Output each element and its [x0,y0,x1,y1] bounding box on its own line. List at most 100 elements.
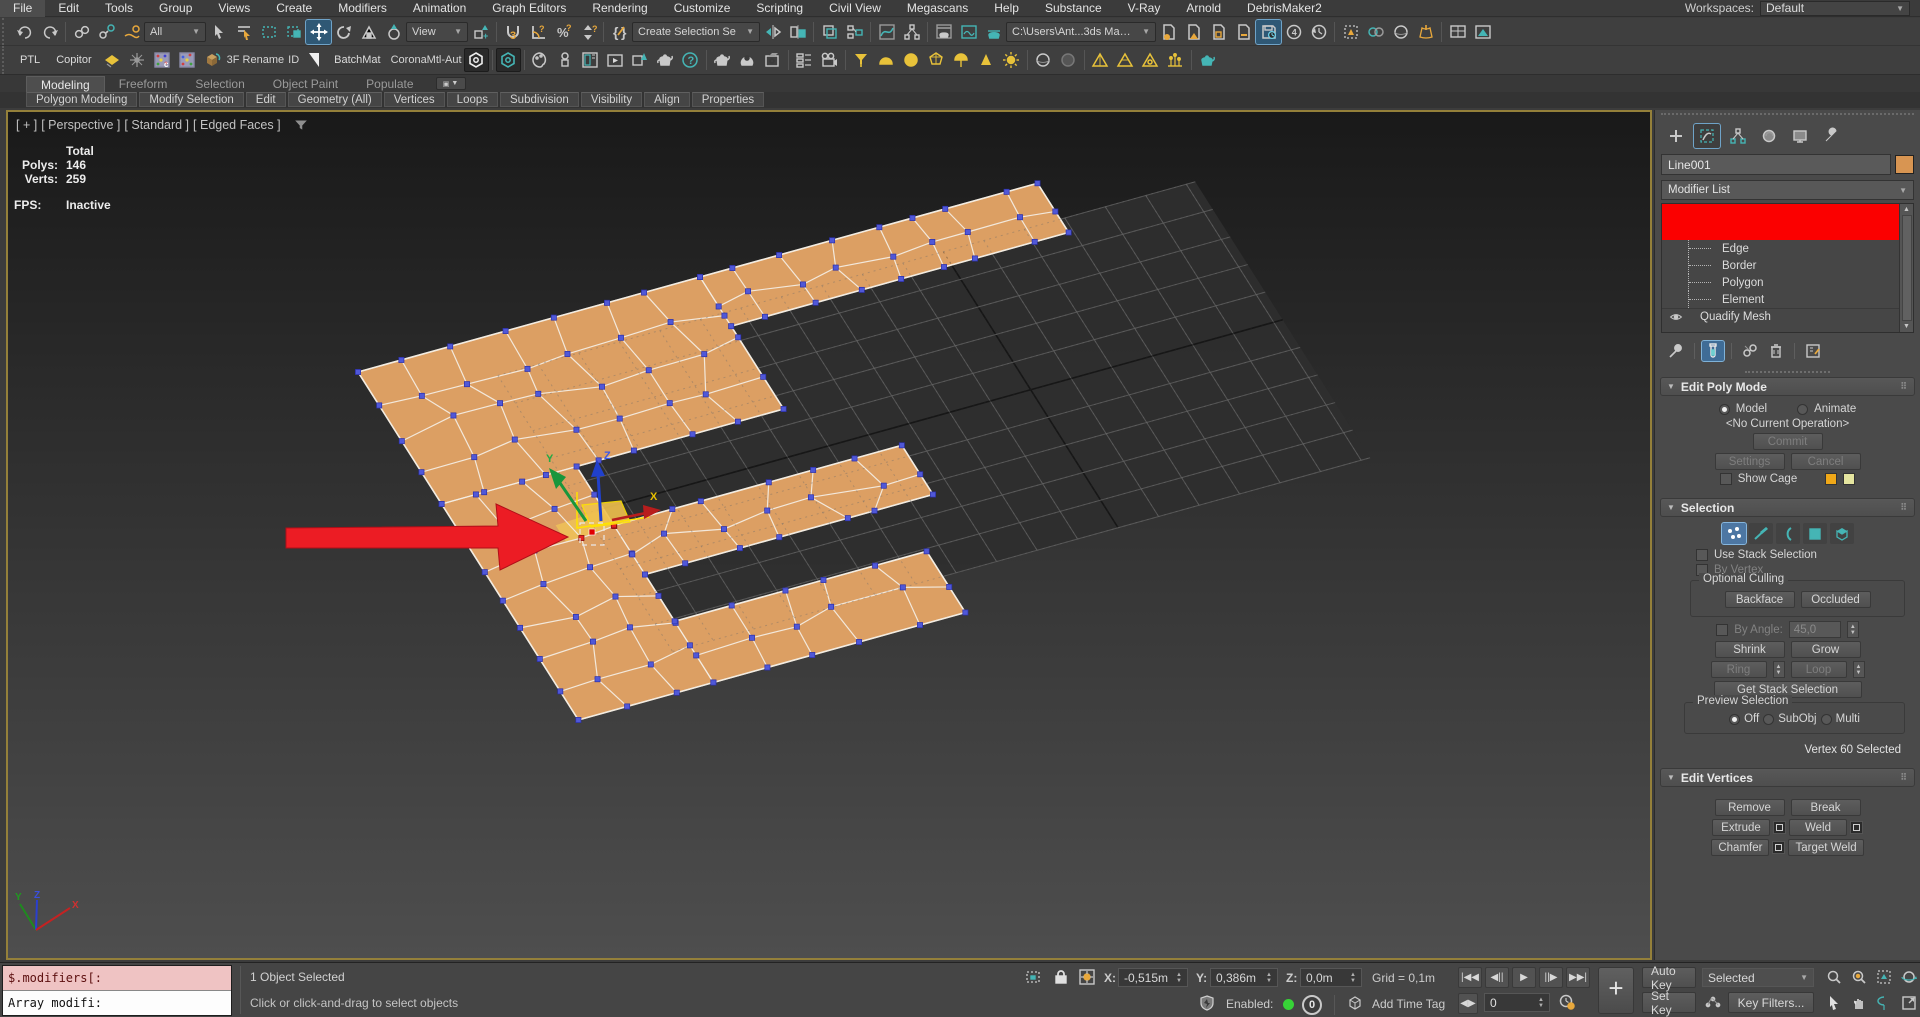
lister-icon[interactable] [792,48,817,72]
render-setup-icon[interactable] [931,20,956,44]
configure-modifier-sets-icon[interactable] [1802,341,1824,361]
schematic-view-icon[interactable] [899,20,924,44]
scene-new-icon[interactable] [1156,20,1181,44]
maxscript-mini-listener[interactable]: $.modifiers[: Array modifi: [2,965,232,1016]
rollout-header-edit-vertices[interactable]: ▼ Edit Vertices ⠿ [1660,768,1915,787]
ribbon-group-edit[interactable]: Edit [246,92,286,107]
select-place-icon[interactable] [1388,20,1413,44]
zoom-all-icon[interactable] [1847,966,1871,988]
material-editor-icon[interactable] [528,48,553,72]
menu-customize[interactable]: Customize [661,0,744,17]
zero-badge[interactable]: 0 [1302,995,1322,1015]
auto-key-button[interactable]: Auto Key [1642,967,1696,988]
display-tab[interactable] [1787,124,1813,148]
corona-hex2-icon[interactable] [496,48,521,72]
scene-explorer-icon[interactable] [842,20,867,44]
listener-macro-line[interactable]: $.modifiers[: [3,966,231,991]
by-angle-checkbox[interactable] [1716,624,1728,636]
preview-subobj-radio[interactable] [1763,714,1774,725]
key-step-toggle[interactable]: ◀▶ [1458,993,1478,1014]
rotate-icon[interactable] [331,20,356,44]
select-object-icon[interactable] [206,20,231,44]
camera-icon[interactable] [817,48,842,72]
compass-icon[interactable] [125,48,150,72]
time-configuration-icon[interactable] [1556,992,1578,1012]
menu-substance[interactable]: Substance [1032,0,1115,17]
preview-multi-radio[interactable] [1821,714,1832,725]
isolate-icon[interactable] [1338,20,1363,44]
current-time-field[interactable]: 0▲▼ [1484,993,1550,1012]
unlink-icon[interactable] [94,20,119,44]
ribbon-group-loops[interactable]: Loops [447,92,498,107]
menu-animation[interactable]: Animation [400,0,479,17]
ribbon-tab-modeling[interactable]: Modeling [26,76,105,92]
help-icon[interactable]: ? [678,48,703,72]
ribbon-group-polygon-modeling[interactable]: Polygon Modeling [26,92,137,107]
menu-help[interactable]: Help [981,0,1032,17]
dome-light-icon[interactable] [874,48,899,72]
dd-all[interactable]: All▼ [144,22,206,42]
menu-rendering[interactable]: Rendering [579,0,660,17]
preview-off-radio[interactable] [1729,714,1740,725]
panel-grip[interactable] [1661,113,1914,118]
scene-out-icon[interactable] [1231,20,1256,44]
bind-spacewarp-icon[interactable] [119,20,144,44]
composite-icon[interactable] [628,48,653,72]
viewport-filter-icon[interactable] [293,118,309,136]
weld-settings-button[interactable] [1850,821,1863,834]
playblast-icon[interactable] [603,48,628,72]
ribbon-group-properties[interactable]: Properties [692,92,764,107]
placement-icon[interactable] [381,20,406,44]
rect-region-icon[interactable] [256,20,281,44]
key-mode-dropdown[interactable]: Selected▼ [1702,968,1814,987]
layer-manager-icon[interactable] [817,20,842,44]
checker-plane-icon[interactable] [100,48,125,72]
ribbon-group-vertices[interactable]: Vertices [384,92,445,107]
extrude-settings-button[interactable] [1773,821,1786,834]
texture-dots-icon[interactable]: c [150,48,175,72]
modifier-list-dropdown[interactable]: Modifier List ▼ [1661,180,1914,200]
tri-mesh2-icon[interactable] [1113,48,1138,72]
ribbon-group-subdivision[interactable]: Subdivision [500,92,579,107]
render-box-icon[interactable] [760,48,785,72]
umbrella-light-icon[interactable] [949,48,974,72]
paint-icon[interactable] [1413,20,1438,44]
time-tag-cube-icon[interactable] [1344,993,1366,1013]
dd-coordsys[interactable]: View▼ [406,22,468,42]
rollout-header-edit-poly-mode[interactable]: ▼ Edit Poly Mode ⠿ [1660,377,1915,396]
uvw-cube-icon[interactable] [200,48,225,72]
playback-play-button[interactable]: ▶ [1512,967,1536,988]
absolute-mode-icon[interactable] [1076,967,1098,987]
workspace-dropdown[interactable]: Default ▼ [1760,1,1910,16]
teapot2-icon[interactable] [710,48,735,72]
orbit-icon[interactable] [1872,992,1896,1014]
autosave-count-icon[interactable]: 4 [1281,20,1306,44]
by-angle-spinner[interactable]: ▲▼ [1847,621,1859,638]
menu-graph-editors[interactable]: Graph Editors [479,0,579,17]
copitor-button[interactable]: Copitor [48,50,99,70]
menu-v-ray[interactable]: V-Ray [1115,0,1174,17]
maximize-viewport-icon[interactable] [1897,992,1920,1014]
extrude-button[interactable]: Extrude [1712,819,1770,836]
ribbon-group-align[interactable]: Align [644,92,690,107]
x-coordinate-field[interactable]: -0,515m▲▼ [1118,968,1188,987]
teapot-util-icon[interactable] [653,48,678,72]
listener-script-line[interactable]: Array modifi: [3,991,231,1015]
ribbon-tab-freeform[interactable]: Freeform [105,76,182,92]
tri-mesh-icon[interactable] [1088,48,1113,72]
angle-snap-icon[interactable]: ? [525,20,550,44]
geodesic-light-icon[interactable] [924,48,949,72]
menu-modifiers[interactable]: Modifiers [325,0,400,17]
break-button[interactable]: Break [1791,799,1861,816]
menu-debrismaker2[interactable]: DebrisMaker2 [1234,0,1335,17]
model-radio[interactable] [1719,404,1730,415]
batchmat-button[interactable]: BatchMat [326,50,388,70]
menu-edit[interactable]: Edit [45,0,92,17]
panel-divider[interactable] [1745,371,1830,373]
ring-button[interactable]: Ring [1711,661,1767,678]
render-teal-icon[interactable] [1195,48,1220,72]
toolbar-grip[interactable] [2,18,9,45]
border-subobject-icon[interactable] [1776,523,1800,544]
set-key-button[interactable]: Set Key [1642,992,1696,1013]
scene-open-icon[interactable] [1181,20,1206,44]
